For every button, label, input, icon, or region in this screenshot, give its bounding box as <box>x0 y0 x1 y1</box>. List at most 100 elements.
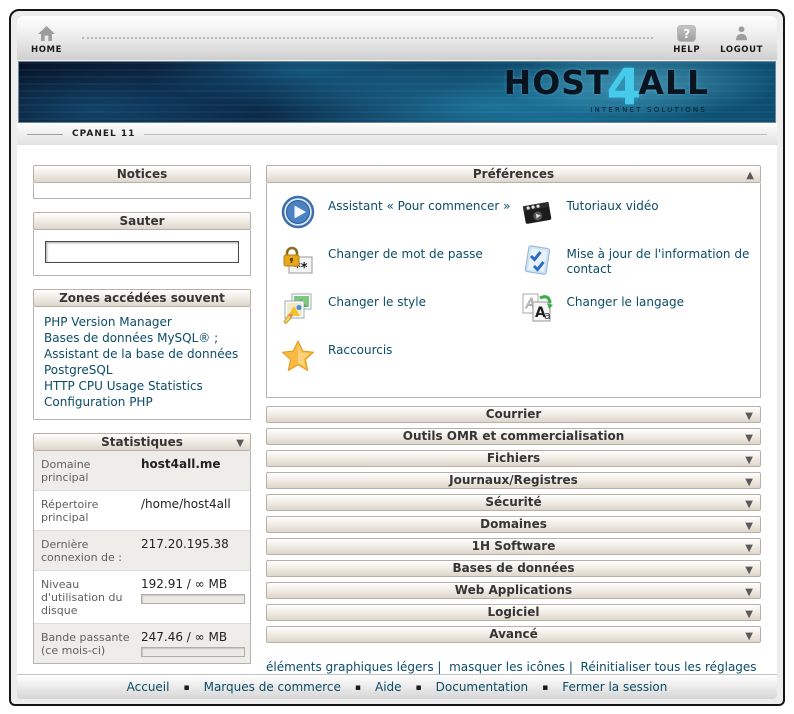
interface-link[interactable]: éléments graphiques légers <box>266 660 434 674</box>
frequent-link[interactable]: HTTP CPU Usage Statistics <box>44 378 240 394</box>
contact-info-icon <box>520 243 554 277</box>
frequent-link[interactable]: Bases de données MySQL® ; <box>44 330 240 346</box>
section-bar[interactable]: Bases de données ▼ <box>266 560 761 577</box>
stat-value: 217.20.195.38 <box>141 537 229 551</box>
preference-item[interactable]: Assistant « Pour commencer » <box>281 195 514 243</box>
logout-button[interactable]: LOGOUT <box>718 21 765 55</box>
stats-row: Domaine principal host4all.me <box>34 451 250 491</box>
section-bar[interactable]: Domaines ▼ <box>266 516 761 533</box>
frequent-links: PHP Version Manager Bases de données MySQ… <box>33 307 251 420</box>
usage-progress-bar <box>141 647 245 657</box>
usage-progress-bar <box>141 594 245 604</box>
main-area: Préférences ▲ Assistant « Pour commencer… <box>266 165 761 674</box>
frequent-link[interactable]: Configuration PHP <box>44 394 240 410</box>
expand-arrow-icon[interactable]: ▼ <box>745 519 753 534</box>
section-title: Outils OMR et commercialisation <box>402 429 625 443</box>
stats-panel: Statistiques ▼ Domaine principal host4al… <box>33 433 251 664</box>
sauter-input[interactable] <box>45 241 239 263</box>
sauter-panel: Sauter <box>33 212 251 276</box>
preferences-grid: Assistant « Pour commencer » Tutoriaux v… <box>281 195 752 387</box>
footer-link[interactable]: Accueil <box>127 680 170 694</box>
home-button[interactable]: HOME <box>29 21 64 55</box>
window-frame: HOME ? HELP LOGOUT HOST 4 ALL INTERNET S… <box>9 9 785 706</box>
section-bar[interactable]: 1H Software ▼ <box>266 538 761 555</box>
preferences-title: Préférences <box>472 167 555 181</box>
section-title: Logiciel <box>487 605 540 619</box>
help-icon: ? <box>677 23 697 43</box>
logo-all: ALL <box>638 63 709 102</box>
topbar: HOME ? HELP LOGOUT <box>17 16 777 60</box>
preference-item[interactable]: ** Changer de mot de passe <box>281 243 514 291</box>
footer-link[interactable]: Documentation <box>402 680 529 694</box>
expand-arrow-icon[interactable]: ▼ <box>745 607 753 622</box>
preference-item[interactable]: Raccourcis <box>281 339 514 387</box>
frequent-link[interactable]: PostgreSQL <box>44 362 240 378</box>
expand-arrow-icon[interactable]: ▼ <box>745 541 753 556</box>
expand-arrow-icon[interactable]: ▼ <box>745 453 753 468</box>
preference-item[interactable]: Changer le style <box>281 291 514 339</box>
section-bar[interactable]: Outils OMR et commercialisation ▼ <box>266 428 761 445</box>
notices-panel: Notices <box>33 165 251 199</box>
collapse-arrow-icon[interactable]: ▲ <box>746 168 754 184</box>
preferences-panel: Préférences ▲ Assistant « Pour commencer… <box>266 165 761 398</box>
logo-4: 4 <box>606 61 642 116</box>
frequent-header: Zones accédées souvent <box>33 289 251 307</box>
collapse-arrow-icon[interactable]: ▼ <box>236 436 244 452</box>
preference-link[interactable]: Changer le style <box>328 291 426 310</box>
stat-label: Dernière connexion de : <box>41 538 123 564</box>
stat-value: /home/host4all <box>141 497 231 511</box>
preference-link[interactable]: Changer le langage <box>567 291 685 310</box>
interface-link[interactable]: masquer les icônes <box>434 660 565 674</box>
preference-link[interactable]: Assistant « Pour commencer » <box>328 195 511 214</box>
expand-arrow-icon[interactable]: ▼ <box>745 409 753 424</box>
section-bar[interactable]: Avancé ▼ <box>266 626 761 643</box>
preferences-header[interactable]: Préférences ▲ <box>266 165 761 183</box>
section-bars: Courrier ▼ Outils OMR et commercialisati… <box>266 406 761 643</box>
svg-text:a: a <box>544 309 551 322</box>
notices-header: Notices <box>33 165 251 183</box>
logout-icon <box>733 23 750 43</box>
section-title: Avancé <box>489 627 538 641</box>
logout-label: LOGOUT <box>720 45 763 55</box>
preference-link[interactable]: Tutoriaux vidéo <box>567 195 659 214</box>
frequent-link[interactable]: PHP Version Manager <box>44 314 240 330</box>
section-bar[interactable]: Sécurité ▼ <box>266 494 761 511</box>
expand-arrow-icon[interactable]: ▼ <box>745 563 753 578</box>
footer-link[interactable]: Fermer la session <box>528 680 667 694</box>
stat-label: Domaine principal <box>41 458 91 484</box>
section-bar[interactable]: Web Applications ▼ <box>266 582 761 599</box>
preference-item[interactable]: Mise à jour de l'information de contact <box>520 243 753 291</box>
section-bar[interactable]: Fichiers ▼ <box>266 450 761 467</box>
expand-arrow-icon[interactable]: ▼ <box>745 497 753 512</box>
help-button[interactable]: ? HELP <box>671 21 702 55</box>
section-title: Sécurité <box>485 495 542 509</box>
preference-link[interactable]: Changer de mot de passe <box>328 243 483 262</box>
preference-link[interactable]: Mise à jour de l'information de contact <box>567 243 753 277</box>
stats-row: Bande passante (ce mois-ci) 247.46 / ∞ M… <box>34 624 250 663</box>
expand-arrow-icon[interactable]: ▼ <box>745 431 753 446</box>
topbar-separator <box>82 25 654 39</box>
section-bar[interactable]: Logiciel ▼ <box>266 604 761 621</box>
password-lock-icon: ** <box>281 243 315 277</box>
footer-link[interactable]: Marques de commerce <box>169 680 341 694</box>
section-bar[interactable]: Courrier ▼ <box>266 406 761 423</box>
expand-arrow-icon[interactable]: ▼ <box>745 475 753 490</box>
stat-label: Répertoire principal <box>41 498 99 524</box>
frequent-link[interactable]: Assistant de la base de données <box>44 346 240 362</box>
shortcuts-star-icon <box>281 339 315 373</box>
preference-link[interactable]: Raccourcis <box>328 339 392 358</box>
cpanel-tab[interactable]: CPANEL 11 <box>72 129 135 139</box>
stats-header[interactable]: Statistiques ▼ <box>33 433 251 451</box>
content: Notices Sauter Zones accédées souvent PH… <box>17 145 777 674</box>
stats-table: Domaine principal host4all.me Répertoire… <box>33 451 251 664</box>
expand-arrow-icon[interactable]: ▼ <box>745 629 753 644</box>
section-bar[interactable]: Journaux/Registres ▼ <box>266 472 761 489</box>
preference-item[interactable]: AAa Changer le langage <box>520 291 753 339</box>
help-label: HELP <box>673 45 701 55</box>
expand-arrow-icon[interactable]: ▼ <box>745 585 753 600</box>
stats-row: Niveau d'utilisation du disque 192.91 / … <box>34 571 250 624</box>
section-title: Domaines <box>480 517 547 531</box>
home-icon <box>37 23 56 43</box>
footer-link[interactable]: Aide <box>341 680 402 694</box>
preference-item[interactable]: Tutoriaux vidéo <box>520 195 753 243</box>
